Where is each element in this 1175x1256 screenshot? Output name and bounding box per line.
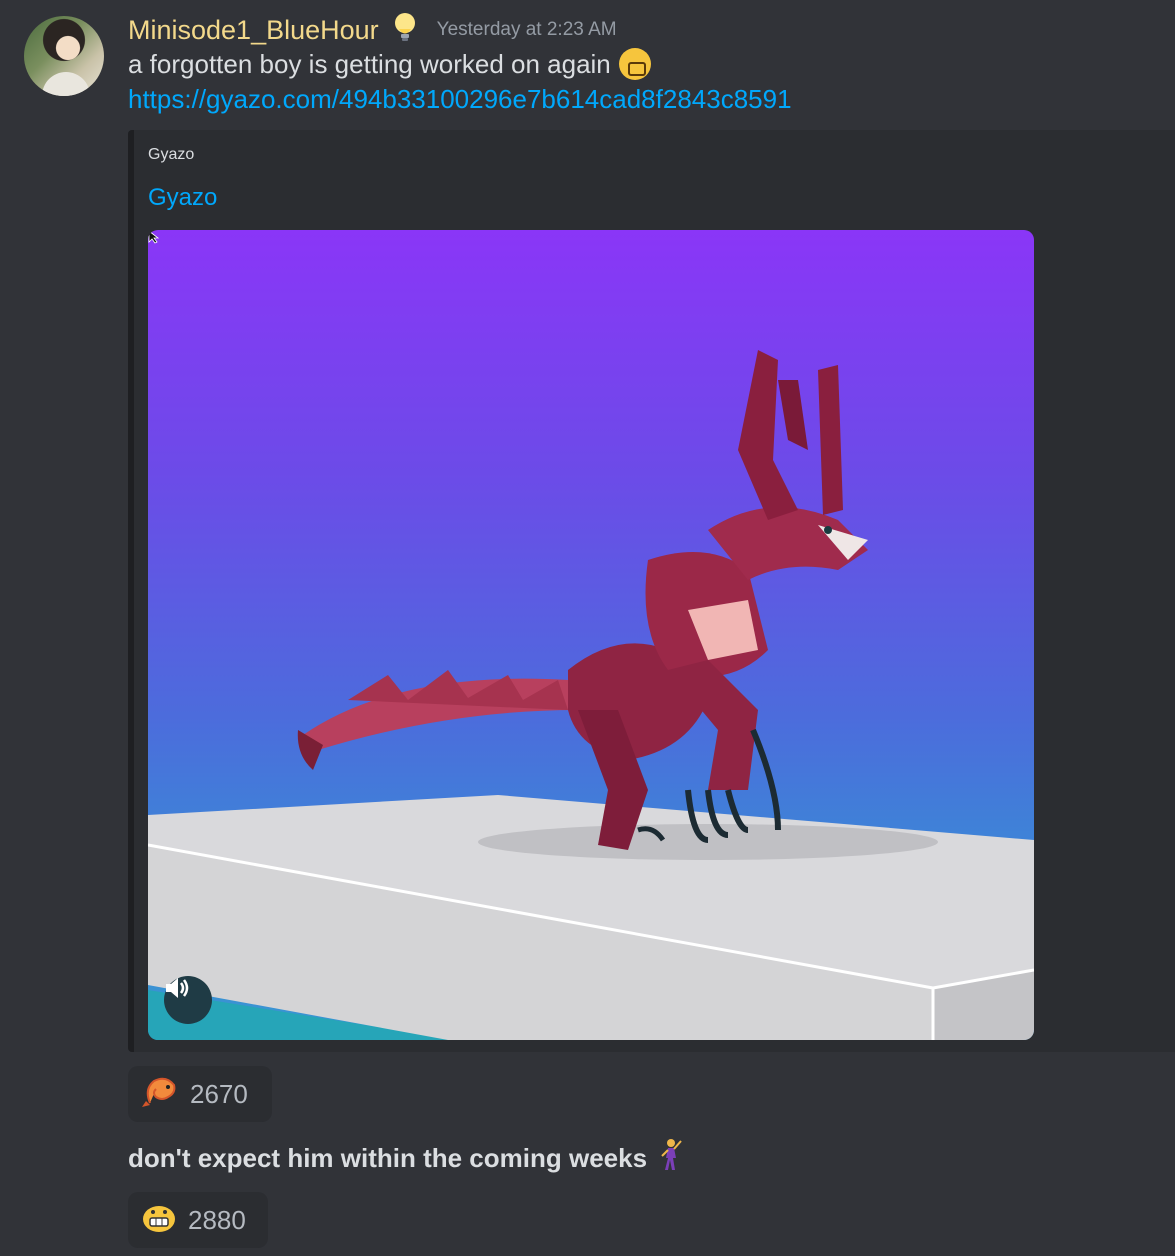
lightbulb-icon	[393, 12, 417, 48]
angry-face-emoji-icon[interactable]	[618, 48, 651, 80]
message-header: Minisode1_BlueHour Yesterday at 2:23 AM	[128, 10, 617, 50]
link-embed: Gyazo Gyazo	[128, 130, 1175, 1052]
reaction-count: 2670	[190, 1078, 248, 1109]
reaction-shrimp[interactable]: 2670	[128, 1066, 272, 1122]
cursor-icon	[148, 230, 160, 244]
volume-button[interactable]	[164, 976, 212, 1024]
username[interactable]: Minisode1_BlueHour	[128, 15, 379, 46]
message-content: a forgotten boy is getting worked on aga…	[128, 48, 651, 80]
video-frame	[148, 350, 1034, 1040]
message-text: a forgotten boy is getting worked on aga…	[128, 48, 611, 79]
dancing-person-icon[interactable]	[659, 1138, 683, 1179]
avatar-shirt	[42, 72, 90, 96]
followup-text: don't expect him within the coming weeks	[128, 1143, 648, 1173]
shrimp-icon	[142, 1075, 178, 1114]
chat-message: Minisode1_BlueHour Yesterday at 2:23 AM …	[0, 0, 1175, 1256]
message-timestamp[interactable]: Yesterday at 2:23 AM	[437, 19, 617, 41]
reaction-count: 2880	[188, 1204, 246, 1235]
followup-message: don't expect him within the coming weeks	[128, 1138, 683, 1179]
grimacing-face-icon	[142, 1203, 176, 1238]
embed-video[interactable]	[148, 230, 1034, 1040]
avatar[interactable]	[24, 16, 104, 96]
embed-provider[interactable]: Gyazo	[148, 146, 194, 164]
embed-title[interactable]: Gyazo	[148, 184, 217, 212]
gyazo-link[interactable]: https://gyazo.com/494b33100296e7b614cad8…	[128, 84, 792, 115]
reaction-grimace[interactable]: 2880	[128, 1192, 268, 1248]
